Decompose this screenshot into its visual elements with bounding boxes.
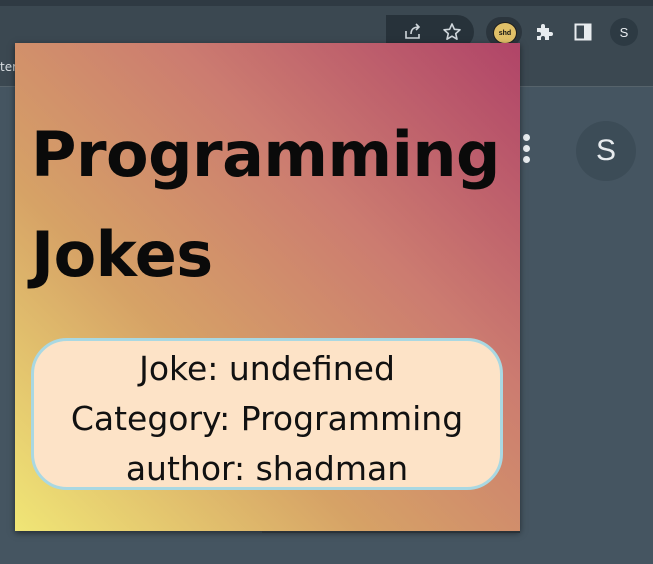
popup-title: Programming Jokes <box>31 118 500 291</box>
popup-shadow-edge <box>262 531 520 533</box>
joke-text: Joke: undefined <box>139 349 395 388</box>
extension-popup: Programming Jokes Joke: undefined Catego… <box>15 43 520 531</box>
extension-badge: shd <box>493 22 517 44</box>
profile-avatar-large[interactable]: S <box>576 121 636 181</box>
browser-toolbar: shd S <box>0 6 653 49</box>
author-text: author: shadman <box>125 449 409 488</box>
joke-card: Joke: undefined Category: Programming au… <box>31 338 503 490</box>
star-icon[interactable] <box>441 21 463 43</box>
side-panel-icon[interactable] <box>572 21 594 43</box>
kebab-menu-icon[interactable] <box>522 134 532 166</box>
puzzle-icon[interactable] <box>533 21 555 43</box>
profile-avatar[interactable]: S <box>610 18 638 46</box>
category-text: Category: Programming <box>70 399 464 438</box>
share-icon[interactable] <box>402 22 424 42</box>
